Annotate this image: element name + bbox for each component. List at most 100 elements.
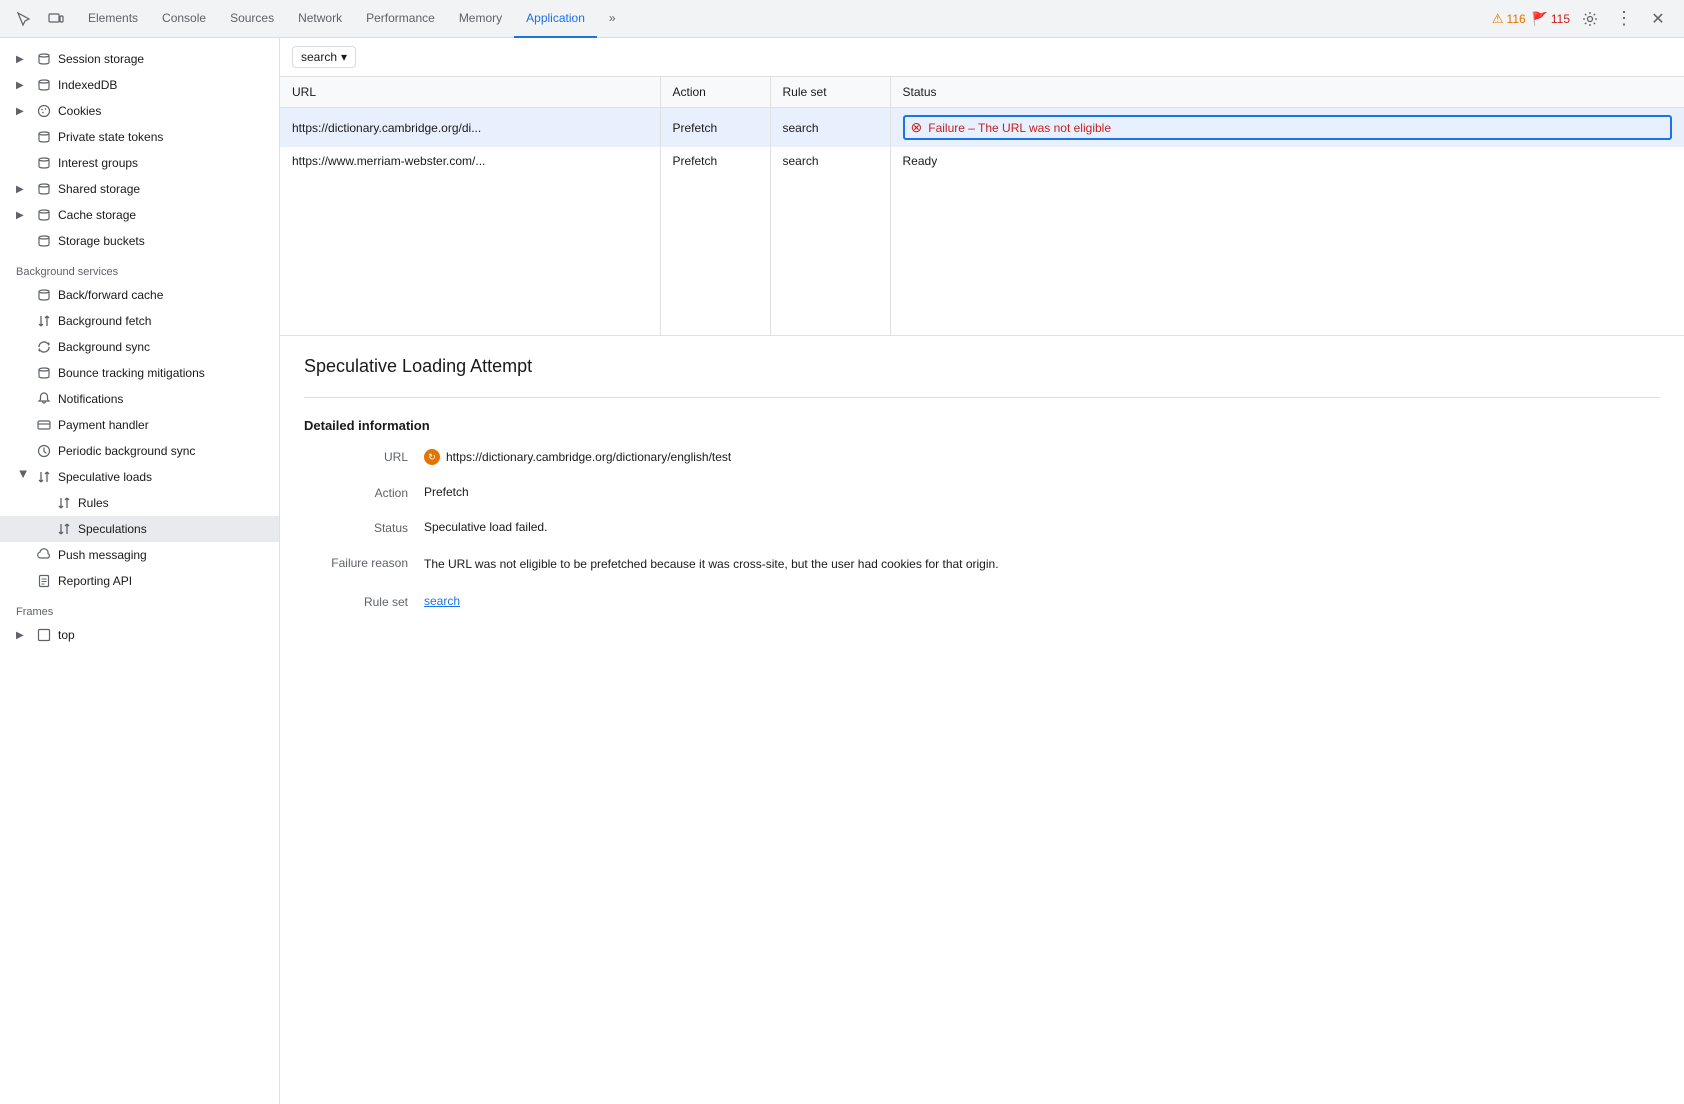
dropdown-arrow-icon: ▾ (341, 50, 347, 64)
warning-count: 116 (1507, 12, 1526, 26)
sidebar-item-rules[interactable]: ▶ Rules (0, 490, 279, 516)
settings-button[interactable] (1576, 5, 1604, 33)
speculations-table: URL Action Rule set Status https://dicti… (280, 77, 1684, 336)
tab-sources[interactable]: Sources (218, 0, 286, 38)
close-button[interactable]: ✕ (1644, 5, 1672, 33)
cell-ruleset: search (770, 108, 890, 148)
detail-row-status: Status Speculative load failed. (304, 520, 1660, 535)
cookie-icon (36, 103, 52, 119)
sidebar-item-notifications[interactable]: ▶ Notifications (0, 386, 279, 412)
sidebar-item-reporting-api[interactable]: ▶ Reporting API (0, 568, 279, 594)
cell-ruleset: search (770, 147, 890, 175)
tab-more[interactable]: » (597, 0, 628, 38)
ruleset-link[interactable]: search (424, 594, 460, 608)
cylinder-icon (36, 207, 52, 223)
chevron-right-icon: ▶ (16, 630, 30, 641)
tab-console[interactable]: Console (150, 0, 218, 38)
devtools-icons (4, 5, 76, 33)
tab-memory[interactable]: Memory (447, 0, 514, 38)
cell-url: https://dictionary.cambridge.org/di... (280, 108, 660, 148)
sidebar-label-indexeddb: IndexedDB (58, 78, 117, 92)
sidebar-label-push-messaging: Push messaging (58, 548, 147, 562)
col-url: URL (280, 77, 660, 108)
detail-row-url: URL ↻ https://dictionary.cambridge.org/d… (304, 449, 1660, 465)
sidebar-item-payment-handler[interactable]: ▶ Payment handler (0, 412, 279, 438)
sidebar-item-speculative-loads[interactable]: ▶ Speculative loads (0, 464, 279, 490)
tab-performance[interactable]: Performance (354, 0, 447, 38)
sidebar-item-push-messaging[interactable]: ▶ Push messaging (0, 542, 279, 568)
more-options-button[interactable]: ⋮ (1610, 5, 1638, 33)
sidebar-item-background-sync[interactable]: ▶ Background sync (0, 334, 279, 360)
cell-url: https://www.merriam-webster.com/... (280, 147, 660, 175)
sidebar-label-bounce-tracking: Bounce tracking mitigations (58, 366, 205, 380)
arrow-down-up-icon (36, 313, 52, 329)
sidebar-item-backforward-cache[interactable]: ▶ Back/forward cache (0, 282, 279, 308)
cell-action: Prefetch (660, 108, 770, 148)
sidebar-item-session-storage[interactable]: ▶ Session storage (0, 46, 279, 72)
table-row-empty (280, 271, 1684, 303)
detail-value-ruleset: search (424, 594, 1660, 608)
arrow-down-up-icon (56, 495, 72, 511)
col-ruleset: Rule set (770, 77, 890, 108)
sidebar-item-top[interactable]: ▶ top (0, 622, 279, 648)
cylinder-icon (36, 287, 52, 303)
cloud-icon (36, 547, 52, 563)
sidebar-label-speculations: Speculations (78, 522, 147, 536)
detail-value-failure-reason: The URL was not eligible to be prefetche… (424, 555, 1124, 574)
sidebar-item-storage-buckets[interactable]: ▶ Storage buckets (0, 228, 279, 254)
table-row[interactable]: https://dictionary.cambridge.org/di... P… (280, 108, 1684, 148)
tab-elements[interactable]: Elements (76, 0, 150, 38)
url-text: https://dictionary.cambridge.org/diction… (446, 450, 731, 464)
cylinder-icon (36, 129, 52, 145)
tab-bar-right: ⚠ 116 🚩 115 ⋮ ✕ (1492, 5, 1680, 33)
arrow-down-up-icon (56, 521, 72, 537)
chevron-right-icon: ▶ (16, 80, 30, 91)
chevron-right-icon: ▶ (16, 54, 30, 65)
card-icon (36, 417, 52, 433)
cylinder-icon (36, 77, 52, 93)
sidebar-item-background-fetch[interactable]: ▶ Background fetch (0, 308, 279, 334)
cursor-icon[interactable] (10, 5, 38, 33)
sidebar-item-speculations[interactable]: ▶ Speculations (0, 516, 279, 542)
sidebar-label-storage-buckets: Storage buckets (58, 234, 145, 248)
sidebar-label-shared-storage: Shared storage (58, 182, 140, 196)
status-text: Speculative load failed. (424, 520, 547, 534)
sidebar-label-periodic-background-sync: Periodic background sync (58, 444, 195, 458)
table-row-empty (280, 175, 1684, 207)
warning-badge[interactable]: ⚠ 116 (1492, 11, 1526, 27)
cylinder-icon (36, 365, 52, 381)
tab-network[interactable]: Network (286, 0, 354, 38)
detail-row-action: Action Prefetch (304, 485, 1660, 500)
sidebar-label-background-fetch: Background fetch (58, 314, 151, 328)
sidebar-item-indexeddb[interactable]: ▶ IndexedDB (0, 72, 279, 98)
table-row[interactable]: https://www.merriam-webster.com/... Pref… (280, 147, 1684, 175)
detail-label-action: Action (304, 485, 424, 500)
tab-application[interactable]: Application (514, 0, 597, 38)
data-table: URL Action Rule set Status https://dicti… (280, 77, 1684, 335)
sidebar-item-cookies[interactable]: ▶ Cookies (0, 98, 279, 124)
filter-dropdown[interactable]: search ▾ (292, 46, 356, 68)
chevron-right-icon: ▶ (16, 210, 30, 221)
sidebar-item-periodic-background-sync[interactable]: ▶ Periodic background sync (0, 438, 279, 464)
sidebar-label-backforward-cache: Back/forward cache (58, 288, 163, 302)
error-badge[interactable]: 🚩 115 (1532, 11, 1570, 27)
clock-icon (36, 443, 52, 459)
device-icon[interactable] (42, 5, 70, 33)
detail-row-failure-reason: Failure reason The URL was not eligible … (304, 555, 1660, 574)
sidebar-item-interest-groups[interactable]: ▶ Interest groups (0, 150, 279, 176)
sidebar-label-session-storage: Session storage (58, 52, 144, 66)
error-count: 115 (1551, 12, 1570, 26)
failure-reason-text: The URL was not eligible to be prefetche… (424, 555, 999, 574)
chevron-down-icon: ▶ (18, 470, 29, 484)
action-text: Prefetch (424, 485, 469, 499)
sidebar-label-background-sync: Background sync (58, 340, 150, 354)
cylinder-icon (36, 155, 52, 171)
sidebar-item-bounce-tracking[interactable]: ▶ Bounce tracking mitigations (0, 360, 279, 386)
error-flag-icon: 🚩 (1532, 11, 1548, 27)
sidebar-item-private-state-tokens[interactable]: ▶ Private state tokens (0, 124, 279, 150)
cell-action: Prefetch (660, 147, 770, 175)
sidebar-item-cache-storage[interactable]: ▶ Cache storage (0, 202, 279, 228)
sidebar-item-shared-storage[interactable]: ▶ Shared storage (0, 176, 279, 202)
section-background-services: Background services (0, 254, 279, 282)
error-circle-icon: ⊗ (911, 119, 923, 136)
